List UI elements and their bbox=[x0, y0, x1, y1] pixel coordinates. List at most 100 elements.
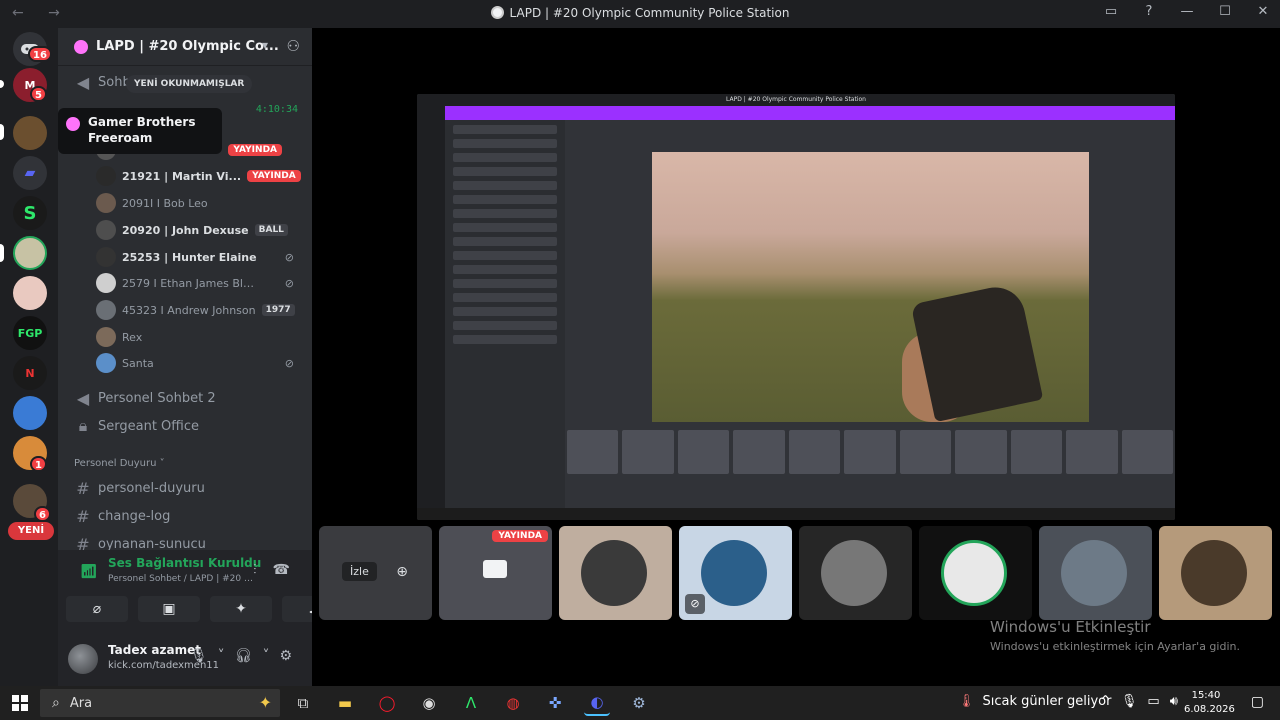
server-icon bbox=[66, 117, 80, 131]
server-cat-icon[interactable] bbox=[13, 276, 47, 310]
hash-icon: # bbox=[76, 506, 90, 526]
watch-stream-tile[interactable]: İzle ⊕ bbox=[319, 526, 432, 620]
window-title-text: LAPD | #20 Olympic Community Police Stat… bbox=[509, 6, 790, 20]
participant-tile[interactable] bbox=[559, 526, 672, 620]
disconnect-icon[interactable]: ☎ bbox=[273, 562, 290, 578]
activities-button[interactable]: ✦ bbox=[210, 596, 272, 622]
file-explorer-icon[interactable]: ▬ bbox=[332, 690, 358, 716]
weather-widget[interactable]: 🌡︎ Sıcak günler geliyor bbox=[958, 694, 1111, 709]
channel-sergeant-office[interactable]: 🔒︎ Sergeant Office bbox=[74, 414, 199, 438]
participant-tile[interactable] bbox=[1039, 526, 1152, 620]
watch-icon[interactable]: ⊕ bbox=[396, 564, 408, 580]
new-unread-pill[interactable]: YENİ bbox=[8, 522, 54, 540]
channel-change-log[interactable]: # change-log bbox=[74, 504, 170, 528]
server-fgp-icon[interactable]: FGP bbox=[13, 316, 47, 350]
app-a-icon[interactable]: Λ bbox=[458, 690, 484, 716]
new-unread-banner[interactable]: YENİ OKUNMAMIŞLAR bbox=[126, 75, 253, 93]
notification-icon[interactable]: ▢ bbox=[1251, 694, 1264, 710]
chevron-down-icon[interactable]: ▾ bbox=[262, 38, 268, 52]
avatar bbox=[941, 540, 1007, 606]
voice-member[interactable]: 20920 | John Dexuse BALL bbox=[96, 218, 308, 242]
voice-member[interactable]: 45323 I Andrew Johnson 1977 bbox=[96, 298, 308, 322]
microphone-icon[interactable]: 🎙︎ bbox=[190, 648, 208, 664]
opera-icon[interactable]: ◯ bbox=[374, 690, 400, 716]
gear-icon[interactable]: ⚙ bbox=[279, 648, 292, 664]
member-name: Santa bbox=[122, 356, 154, 370]
member-name: 45323 I Andrew Johnson bbox=[122, 303, 256, 317]
system-tray: ^ 🎙︎ ▭ 🔊︎ bbox=[1100, 694, 1178, 709]
voice-status[interactable]: Ses Bağlantısı Kuruldu bbox=[108, 556, 261, 570]
boost-icon bbox=[74, 39, 88, 54]
member-name: 25253 | Hunter Elaine bbox=[122, 250, 257, 264]
inbox-icon[interactable]: ▭ bbox=[1102, 4, 1120, 19]
app-puzzle-icon[interactable]: ✜ bbox=[542, 690, 568, 716]
participant-tiles: İzle ⊕ YAYINDA ⊘ bbox=[319, 526, 1272, 620]
voice-member[interactable]: Rex bbox=[96, 325, 308, 349]
maximize-button[interactable]: ☐ bbox=[1216, 4, 1234, 19]
channel-label: Sergeant Office bbox=[98, 418, 199, 434]
channel-personel-sohbet-2[interactable]: ◀ Personel Sohbet 2 bbox=[74, 386, 216, 410]
home-badge: 16 bbox=[28, 46, 52, 62]
server-name: LAPD | #20 Olympic Co... bbox=[96, 39, 279, 54]
network-icon[interactable]: ▭ bbox=[1147, 694, 1159, 709]
chevron-down-icon[interactable]: ˅ bbox=[262, 648, 269, 664]
steam-icon[interactable]: ⚙ bbox=[626, 690, 652, 716]
member-name: 21921 | Martin Vi... bbox=[122, 169, 242, 183]
discord-taskbar-icon[interactable]: ◐ bbox=[584, 690, 610, 716]
server-s-icon[interactable]: S bbox=[13, 196, 47, 230]
noise-suppression-icon[interactable]: ⫶ bbox=[253, 562, 257, 578]
voice-timer: 4:10:34 bbox=[255, 104, 298, 115]
server-n-icon[interactable]: N bbox=[13, 356, 47, 390]
avatar bbox=[821, 540, 887, 606]
screen-share-view[interactable]: LAPD | #20 Olympic Community Police Stat… bbox=[417, 94, 1175, 520]
server-box-icon[interactable] bbox=[13, 116, 47, 150]
windows-taskbar: ⌕ Ara ✦ ⧉ ▬ ◯ ◉ Λ ◍ ✜ ◐ ⚙ 🌡︎ Sıcak günler… bbox=[0, 686, 1280, 720]
task-view-icon[interactable]: ⧉ bbox=[290, 690, 316, 716]
close-button[interactable]: ✕ bbox=[1254, 4, 1272, 19]
taskbar-search[interactable]: ⌕ Ara ✦ bbox=[40, 689, 280, 717]
help-icon[interactable]: ? bbox=[1140, 4, 1158, 19]
avatar bbox=[96, 193, 116, 213]
avatar[interactable] bbox=[68, 644, 98, 674]
stream-tile[interactable]: YAYINDA bbox=[439, 526, 552, 620]
voice-channel-link[interactable]: Personel Sohbet / LAPD | #20 Olympic ... bbox=[108, 574, 258, 584]
channel-personel-duyuru[interactable]: # personel-duyuru bbox=[74, 476, 205, 500]
lock-icon: 🔒︎ bbox=[78, 416, 88, 435]
category-personel-duyuru[interactable]: Personel Duyuru ˅ bbox=[74, 458, 165, 469]
participant-tile[interactable] bbox=[1159, 526, 1272, 620]
speaker-icon: ◀ bbox=[76, 72, 90, 92]
server-header[interactable]: LAPD | #20 Olympic Co... ▾ ⚇ bbox=[58, 28, 312, 66]
app-red-icon[interactable]: ◍ bbox=[500, 690, 526, 716]
server-lapd-icon[interactable] bbox=[13, 236, 47, 270]
voice-connection-panel: 📶︎ Ses Bağlantısı Kuruldu Personel Sohbe… bbox=[58, 550, 344, 634]
unread-pill bbox=[0, 80, 4, 88]
taskbar-clock[interactable]: 15:40 6.08.2026 bbox=[1184, 689, 1235, 717]
app-q-icon[interactable]: ◉ bbox=[416, 690, 442, 716]
camera-off-button[interactable]: ⌀ bbox=[66, 596, 128, 622]
participant-tile[interactable]: ⊘ bbox=[679, 526, 792, 620]
participant-tile[interactable] bbox=[799, 526, 912, 620]
minimize-button[interactable]: — bbox=[1178, 4, 1196, 19]
volume-icon[interactable]: 🔊︎ bbox=[1170, 694, 1178, 709]
voice-member[interactable]: Santa ⊘ bbox=[96, 351, 308, 375]
game-weapon bbox=[910, 281, 1044, 423]
watch-button[interactable]: İzle bbox=[342, 562, 377, 581]
voice-member[interactable]: 25253 | Hunter Elaine ⊘ bbox=[96, 245, 308, 269]
channel-label: personel-duyuru bbox=[98, 480, 205, 496]
voice-member[interactable]: 2579 I Ethan James Black... ⊘ bbox=[96, 271, 308, 295]
participant-tile[interactable] bbox=[919, 526, 1032, 620]
screen-share-button[interactable]: ▣ bbox=[138, 596, 200, 622]
server-hex-icon[interactable] bbox=[13, 396, 47, 430]
add-user-icon[interactable]: ⚇ bbox=[287, 37, 300, 55]
voice-member[interactable]: 21921 | Martin Vi... YAYINDA bbox=[96, 164, 308, 188]
muted-icon: ⊘ bbox=[284, 250, 294, 264]
headphones-icon[interactable]: 🎧︎ bbox=[235, 648, 253, 664]
speaker-icon: ◀ bbox=[76, 388, 90, 408]
folder-icon[interactable]: ▰ bbox=[13, 156, 47, 190]
activation-watermark: Windows'u Etkinleştir Windows'u etkinleş… bbox=[990, 618, 1240, 653]
microphone-icon[interactable]: 🎙︎ bbox=[1121, 694, 1138, 709]
windows-start-icon[interactable] bbox=[12, 695, 28, 711]
chevron-up-icon[interactable]: ^ bbox=[1100, 694, 1111, 709]
chevron-down-icon[interactable]: ˅ bbox=[218, 648, 225, 664]
voice-member[interactable]: 2091I I Bob Leo bbox=[96, 191, 308, 215]
